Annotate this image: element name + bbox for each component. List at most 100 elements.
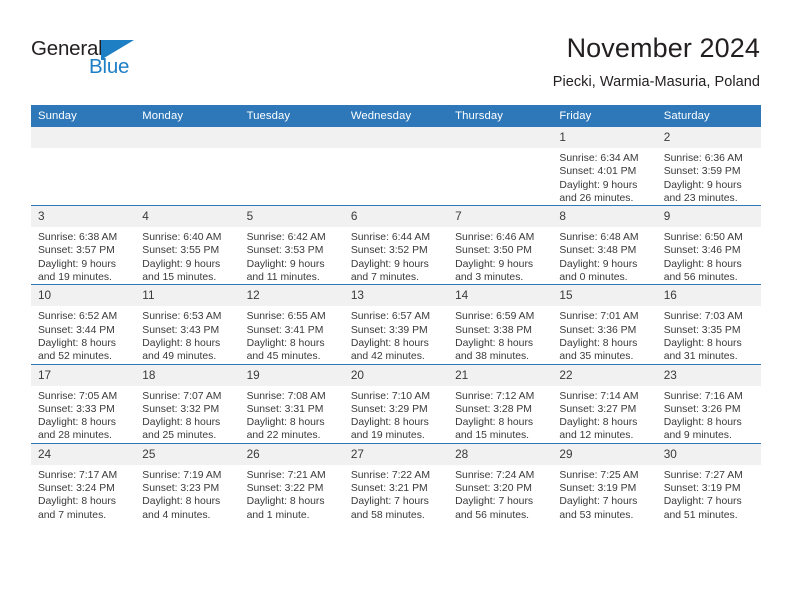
day-daylight2-text: and 1 minute. bbox=[246, 509, 310, 521]
day-daylight2-text: and 35 minutes. bbox=[559, 351, 634, 363]
day-sunset-text: Sunset: 3:44 PM bbox=[38, 324, 115, 336]
day-sunset-text: Sunset: 3:35 PM bbox=[663, 324, 741, 336]
calendar-day-cell[interactable]: 27 Sunrise: 7:22 AM Sunset: 3:21 PM Dayligh… bbox=[343, 442, 449, 522]
calendar-day-cell[interactable]: 28 Sunrise: 7:24 AM Sunset: 3:20 PM Dayligh… bbox=[448, 442, 553, 522]
calendar-cell-empty bbox=[448, 127, 553, 206]
calendar-day-cell[interactable]: 24 Sunrise: 7:17 AM Sunset: 3:24 PM Dayligh… bbox=[31, 442, 136, 522]
calendar-week-row: 10 Sunrise: 6:52 AM Sunset: 3:44 PM Dayligh… bbox=[31, 284, 761, 365]
day-daylight2-text: and 52 minutes. bbox=[38, 351, 112, 363]
calendar-day-cell[interactable]: 2 Sunrise: 6:36 AM Sunset: 3:59 PM Daylight… bbox=[656, 127, 761, 206]
day-details: Sunrise: 6:53 AM Sunset: 3:43 PM Daylight:… bbox=[135, 306, 239, 363]
day-number: 8 bbox=[552, 206, 657, 228]
day-daylight2-text: and 25 minutes. bbox=[142, 430, 217, 442]
calendar-header-row: Sunday Monday Tuesday Wednesday Thursday… bbox=[31, 105, 761, 127]
weekday-header-tuesday: Tuesday bbox=[239, 105, 344, 127]
calendar-page: General Blue November 2024 Piecki, Warmi… bbox=[0, 0, 792, 612]
day-daylight2-text: and 7 minutes. bbox=[38, 509, 107, 521]
day-sunrise-text: Sunrise: 6:55 AM bbox=[246, 311, 326, 323]
day-sunset-text: Sunset: 3:36 PM bbox=[559, 324, 637, 336]
calendar-body: 1 Sunrise: 6:34 AM Sunset: 4:01 PM Daylight… bbox=[31, 127, 761, 522]
day-sunrise-text: Sunrise: 6:46 AM bbox=[455, 232, 535, 244]
day-number bbox=[448, 127, 553, 148]
calendar-day-cell[interactable]: 8 Sunrise: 6:48 AM Sunset: 3:48 PM Daylight… bbox=[552, 205, 657, 285]
day-daylight1-text: Daylight: 7 hours bbox=[455, 496, 534, 508]
day-details: Sunrise: 7:03 AM Sunset: 3:35 PM Daylight:… bbox=[657, 306, 761, 363]
page-title: November 2024 bbox=[566, 33, 760, 63]
calendar-day-cell[interactable]: 25 Sunrise: 7:19 AM Sunset: 3:23 PM Dayligh… bbox=[135, 442, 240, 522]
day-number bbox=[343, 127, 449, 148]
day-number: 6 bbox=[343, 206, 449, 228]
day-sunset-text: Sunset: 3:22 PM bbox=[246, 483, 324, 495]
calendar-day-cell[interactable]: 22 Sunrise: 7:14 AM Sunset: 3:27 PM Dayligh… bbox=[552, 363, 657, 444]
day-details: Sunrise: 7:25 AM Sunset: 3:19 PM Daylight:… bbox=[552, 465, 656, 522]
day-details: Sunrise: 6:44 AM Sunset: 3:52 PM Daylight:… bbox=[344, 227, 448, 284]
calendar-day-cell[interactable]: 30 Sunrise: 7:27 AM Sunset: 3:19 PM Dayligh… bbox=[656, 442, 761, 522]
day-sunrise-text: Sunrise: 7:24 AM bbox=[455, 469, 535, 481]
day-details: Sunrise: 7:16 AM Sunset: 3:26 PM Daylight:… bbox=[657, 386, 761, 443]
day-daylight1-text: Daylight: 9 hours bbox=[455, 258, 534, 270]
day-sunset-text: Sunset: 3:39 PM bbox=[350, 324, 428, 336]
calendar-day-cell[interactable]: 17 Sunrise: 7:05 AM Sunset: 3:33 PM Dayligh… bbox=[31, 363, 136, 444]
calendar-day-cell[interactable]: 10 Sunrise: 6:52 AM Sunset: 3:44 PM Dayligh… bbox=[31, 284, 136, 365]
calendar-day-cell[interactable]: 26 Sunrise: 7:21 AM Sunset: 3:22 PM Dayligh… bbox=[239, 442, 344, 522]
day-daylight2-text: and 45 minutes. bbox=[246, 351, 321, 363]
calendar-day-cell[interactable]: 11 Sunrise: 6:53 AM Sunset: 3:43 PM Dayligh… bbox=[135, 284, 240, 365]
calendar-day-cell[interactable]: 16 Sunrise: 7:03 AM Sunset: 3:35 PM Dayligh… bbox=[656, 284, 761, 365]
calendar-day-cell[interactable]: 23 Sunrise: 7:16 AM Sunset: 3:26 PM Dayligh… bbox=[656, 363, 761, 444]
day-sunrise-text: Sunrise: 6:38 AM bbox=[38, 232, 118, 244]
logo-text-blue: Blue bbox=[89, 55, 130, 78]
day-sunset-text: Sunset: 3:26 PM bbox=[663, 403, 741, 415]
calendar-day-cell[interactable]: 15 Sunrise: 7:01 AM Sunset: 3:36 PM Dayligh… bbox=[552, 284, 657, 365]
calendar-week-row: 24 Sunrise: 7:17 AM Sunset: 3:24 PM Dayligh… bbox=[31, 442, 761, 522]
day-sunrise-text: Sunrise: 6:44 AM bbox=[350, 232, 430, 244]
day-daylight1-text: Daylight: 9 hours bbox=[38, 258, 116, 270]
day-daylight1-text: Daylight: 8 hours bbox=[350, 337, 429, 349]
calendar-day-cell[interactable]: 5 Sunrise: 6:42 AM Sunset: 3:53 PM Daylight… bbox=[239, 205, 344, 285]
day-number: 16 bbox=[656, 285, 761, 307]
day-details: Sunrise: 7:08 AM Sunset: 3:31 PM Daylight:… bbox=[240, 386, 344, 443]
calendar-day-cell[interactable]: 12 Sunrise: 6:55 AM Sunset: 3:41 PM Dayligh… bbox=[239, 284, 344, 365]
calendar-day-cell[interactable]: 13 Sunrise: 6:57 AM Sunset: 3:39 PM Dayligh… bbox=[343, 284, 449, 365]
day-daylight2-text: and 51 minutes. bbox=[663, 509, 738, 521]
day-sunrise-text: Sunrise: 6:52 AM bbox=[38, 311, 118, 323]
calendar-day-cell[interactable]: 7 Sunrise: 6:46 AM Sunset: 3:50 PM Daylight… bbox=[448, 205, 553, 285]
day-number: 14 bbox=[448, 285, 553, 307]
day-details: Sunrise: 7:01 AM Sunset: 3:36 PM Daylight:… bbox=[552, 306, 656, 363]
calendar-day-cell[interactable]: 18 Sunrise: 7:07 AM Sunset: 3:32 PM Dayligh… bbox=[135, 363, 240, 444]
calendar-day-cell[interactable]: 1 Sunrise: 6:34 AM Sunset: 4:01 PM Daylight… bbox=[552, 127, 657, 206]
day-daylight2-text: and 22 minutes. bbox=[246, 430, 321, 442]
day-number bbox=[31, 127, 136, 148]
day-details: Sunrise: 6:59 AM Sunset: 3:38 PM Daylight:… bbox=[448, 306, 552, 363]
day-sunrise-text: Sunrise: 7:07 AM bbox=[142, 390, 222, 402]
day-sunrise-text: Sunrise: 6:40 AM bbox=[142, 232, 222, 244]
day-sunset-text: Sunset: 3:24 PM bbox=[38, 483, 115, 495]
day-sunset-text: Sunset: 3:20 PM bbox=[455, 483, 532, 495]
calendar-day-cell[interactable]: 14 Sunrise: 6:59 AM Sunset: 3:38 PM Dayligh… bbox=[448, 284, 553, 365]
calendar-day-cell[interactable]: 19 Sunrise: 7:08 AM Sunset: 3:31 PM Dayligh… bbox=[239, 363, 344, 444]
day-details: Sunrise: 7:24 AM Sunset: 3:20 PM Daylight:… bbox=[448, 465, 552, 522]
day-number: 11 bbox=[135, 285, 240, 307]
calendar-cell-empty bbox=[343, 127, 449, 206]
calendar-day-cell[interactable]: 29 Sunrise: 7:25 AM Sunset: 3:19 PM Dayligh… bbox=[552, 442, 657, 522]
day-daylight1-text: Daylight: 9 hours bbox=[142, 258, 221, 270]
day-number: 4 bbox=[135, 206, 240, 228]
day-daylight2-text: and 19 minutes. bbox=[350, 430, 425, 442]
day-number: 18 bbox=[135, 364, 240, 386]
calendar-day-cell[interactable]: 20 Sunrise: 7:10 AM Sunset: 3:29 PM Dayligh… bbox=[343, 363, 449, 444]
day-number: 23 bbox=[656, 364, 761, 386]
weekday-header-sunday: Sunday bbox=[31, 105, 136, 127]
calendar-day-cell[interactable]: 9 Sunrise: 6:50 AM Sunset: 3:46 PM Daylight… bbox=[656, 205, 761, 285]
calendar-day-cell[interactable]: 3 Sunrise: 6:38 AM Sunset: 3:57 PM Daylight… bbox=[31, 205, 136, 285]
day-sunrise-text: Sunrise: 6:57 AM bbox=[350, 311, 430, 323]
day-daylight2-text: and 3 minutes. bbox=[455, 272, 524, 284]
day-sunset-text: Sunset: 3:50 PM bbox=[455, 245, 532, 257]
calendar-day-cell[interactable]: 6 Sunrise: 6:44 AM Sunset: 3:52 PM Daylight… bbox=[343, 205, 449, 285]
calendar-day-cell[interactable]: 21 Sunrise: 7:12 AM Sunset: 3:28 PM Dayligh… bbox=[448, 363, 553, 444]
day-sunrise-text: Sunrise: 7:05 AM bbox=[38, 390, 118, 402]
day-daylight1-text: Daylight: 8 hours bbox=[38, 496, 116, 508]
day-number: 15 bbox=[552, 285, 657, 307]
calendar-cell-empty bbox=[135, 127, 240, 206]
day-sunrise-text: Sunrise: 6:53 AM bbox=[142, 311, 222, 323]
day-details: Sunrise: 7:07 AM Sunset: 3:32 PM Daylight:… bbox=[135, 386, 239, 443]
calendar-day-cell[interactable]: 4 Sunrise: 6:40 AM Sunset: 3:55 PM Daylight… bbox=[135, 205, 240, 285]
